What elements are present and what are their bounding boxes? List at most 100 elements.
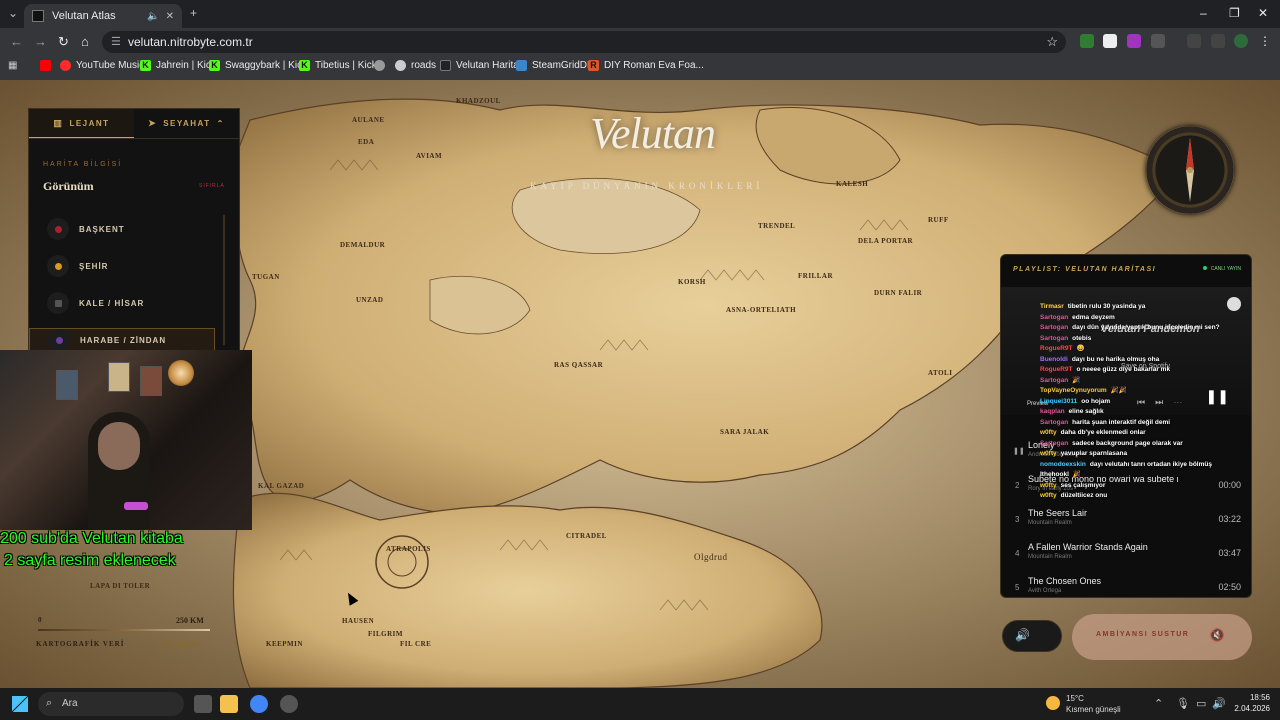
map-label: HAUSEN — [342, 617, 375, 625]
city-marker-icon — [47, 255, 69, 277]
section-kicker: HARİTA BİLGİSİ — [43, 161, 123, 168]
book-icon: ▥ — [53, 117, 64, 128]
chevron-up-icon: ⌃ — [216, 119, 225, 128]
reload-icon[interactable]: ↻ — [58, 34, 69, 50]
panel-scrollbar[interactable] — [223, 215, 225, 345]
volume-button[interactable]: 🔊 — [1002, 620, 1062, 652]
chrome-icon[interactable] — [250, 695, 268, 713]
windows-start-icon[interactable] — [12, 696, 28, 712]
tab-legend[interactable]: ▥ LEJANT — [29, 109, 134, 138]
obs-icon[interactable] — [280, 695, 298, 713]
map-label: ATOLI — [928, 369, 953, 377]
home-icon[interactable]: ⌂ — [81, 34, 89, 49]
chat-username: w0fty — [1040, 481, 1057, 489]
chat-username: Sartogan — [1040, 418, 1069, 426]
track-row[interactable]: 4 A Fallen Warrior Stands Again Mountain… — [1001, 539, 1251, 569]
network-icon[interactable]: ▭ — [1196, 697, 1206, 710]
streamer-face — [98, 422, 140, 470]
microphone-icon[interactable]: 🎙 — [1176, 697, 1190, 710]
site-info-icon[interactable]: ☰ — [111, 31, 121, 53]
zoom-level: 1.02x Büyütme — [160, 640, 202, 648]
bookmark-diy-roman[interactable]: R DIY Roman Eva Foa... — [588, 60, 704, 71]
tab-title: Velutan Atlas — [52, 10, 116, 22]
map-label: AVIAM — [416, 152, 443, 160]
taskbar-search[interactable]: ⌕ Ara — [38, 692, 184, 716]
new-tab-icon[interactable]: + — [190, 6, 197, 20]
map-label: AULANE — [352, 116, 385, 124]
chat-message: Linquei3011 oo hojam — [1040, 397, 1270, 408]
chat-username: Sartogan — [1040, 324, 1069, 331]
chat-message: w0fty daha db'ye eklenmedi onlar — [1040, 428, 1270, 439]
scale-label: KARTOGRAFİK VERİ — [36, 640, 125, 648]
tab-search-icon[interactable]: ⌄ — [8, 6, 18, 20]
chat-text: otebis — [1072, 334, 1092, 342]
microphone — [124, 502, 148, 510]
file-explorer-icon[interactable] — [220, 695, 238, 713]
map-subtitle: KAYIP DÜNYANIN KRONİKLERİ — [530, 181, 764, 191]
reading-list-icon[interactable] — [1211, 34, 1225, 48]
bookmark-tibetius[interactable]: K Tibetius | Kick — [299, 60, 377, 71]
velutan-logo: Velutan — [590, 109, 716, 158]
chat-text: dayı bu ne harika olmuş oha — [1071, 355, 1160, 363]
search-icon: ⌕ — [46, 697, 53, 709]
muted-speaker-icon: 🔇 — [1209, 628, 1226, 642]
chat-username: RogueR9T — [1040, 345, 1073, 352]
close-window-icon[interactable]: ✕ — [1258, 6, 1268, 20]
task-view-icon[interactable] — [194, 695, 212, 713]
apps-grid-icon[interactable]: ▦ — [8, 60, 17, 71]
chat-message: w0fty düzeltiicez onu — [1040, 491, 1270, 502]
chat-text: daha db'ye eklenmedi onlar — [1060, 429, 1146, 436]
bookmark-velutan-harita[interactable]: Velutan Harita — [440, 60, 519, 71]
restore-icon[interactable]: ❐ — [1229, 6, 1240, 20]
extension-diamond-icon[interactable] — [1103, 34, 1117, 48]
downloads-icon[interactable] — [1187, 34, 1201, 48]
chat-text: tibetin rulu 30 yasinda ya — [1067, 303, 1146, 310]
chat-text: 😄 — [1076, 345, 1085, 352]
bookmark-steamgriddb[interactable]: SteamGridDB — [516, 60, 594, 71]
volume-icon[interactable]: 🔊 — [1212, 697, 1226, 710]
back-icon[interactable]: ← — [10, 34, 23, 49]
mute-ambience-button[interactable]: AMBİYANSI SUSTUR 🔇 — [1072, 614, 1252, 660]
map-label: DURN FALIR — [874, 289, 923, 297]
legend-item-capital[interactable]: BAŞKENT — [29, 217, 215, 241]
bookmark-youtube-icon[interactable] — [40, 60, 56, 71]
chat-message: nomodoexskin dayı velutahı tanrı ortadan … — [1040, 460, 1270, 471]
tray-chevron-icon[interactable]: ⌃ — [1154, 697, 1163, 710]
menu-kebab-icon[interactable]: ⋮ — [1259, 34, 1273, 48]
chat-username: Ithehookl — [1040, 471, 1069, 478]
extensions-puzzle-icon[interactable] — [1151, 34, 1165, 48]
bookmark-swaggybark[interactable]: K Swaggybark | Kick — [209, 60, 307, 71]
browser-tab[interactable]: Velutan Atlas 🔈 ✕ — [24, 4, 182, 28]
favicon — [32, 10, 44, 22]
chat-text: harita şuan interaktif değil demi — [1072, 418, 1171, 426]
map-label: KEEPMIN — [266, 640, 303, 648]
map-label: SARA JALAK — [720, 428, 770, 436]
system-clock[interactable]: 18:56 2.04.2026 — [1232, 692, 1270, 714]
chat-message: Sartogan sadece background page olarak va… — [1040, 439, 1270, 450]
track-row[interactable]: 5 The Chosen Ones Avith Ortega 02:50 — [1001, 573, 1251, 597]
bookmark-youtube-music[interactable]: YouTube Music — [60, 60, 144, 71]
forward-icon[interactable]: → — [34, 34, 47, 49]
tab-strip: ⌄ Velutan Atlas 🔈 ✕ + – ❐ ✕ — [0, 0, 1280, 28]
chat-username: Sartogan — [1040, 334, 1069, 342]
bookmark-roads[interactable]: roads — [395, 60, 436, 71]
section-title: Görünüm — [43, 179, 94, 193]
reset-button[interactable]: SIFIRLA — [199, 183, 225, 189]
map-label: KORSH — [678, 278, 706, 286]
legend-item-castle[interactable]: KALE / HİSAR — [29, 291, 215, 315]
extension-purple-icon[interactable] — [1127, 34, 1141, 48]
bookmark-globe-icon[interactable] — [374, 60, 390, 71]
tab-travel[interactable]: ➤ SEYAHAT ⌃ — [134, 109, 239, 138]
legend-item-city[interactable]: ŞEHİR — [29, 254, 215, 278]
bookmark-star-icon[interactable]: ☆ — [1046, 31, 1058, 53]
minimize-icon[interactable]: – — [1200, 6, 1207, 20]
bookmark-jahrein[interactable]: K Jahrein | Kick — [140, 60, 216, 71]
profile-avatar[interactable] — [1234, 34, 1248, 48]
track-row[interactable]: 3 The Seers Lair Mountain Realm 03:22 — [1001, 505, 1251, 535]
legend-item-ruins[interactable]: HARABE / ZİNDAN — [29, 328, 215, 352]
address-bar[interactable]: ☰ velutan.nitrobyte.com.tr ☆ — [102, 31, 1066, 53]
speaker-icon[interactable]: 🔈 — [147, 11, 159, 22]
extension-shield-icon[interactable] — [1080, 34, 1094, 48]
close-tab-icon[interactable]: ✕ — [166, 11, 174, 22]
lamp — [168, 360, 194, 386]
